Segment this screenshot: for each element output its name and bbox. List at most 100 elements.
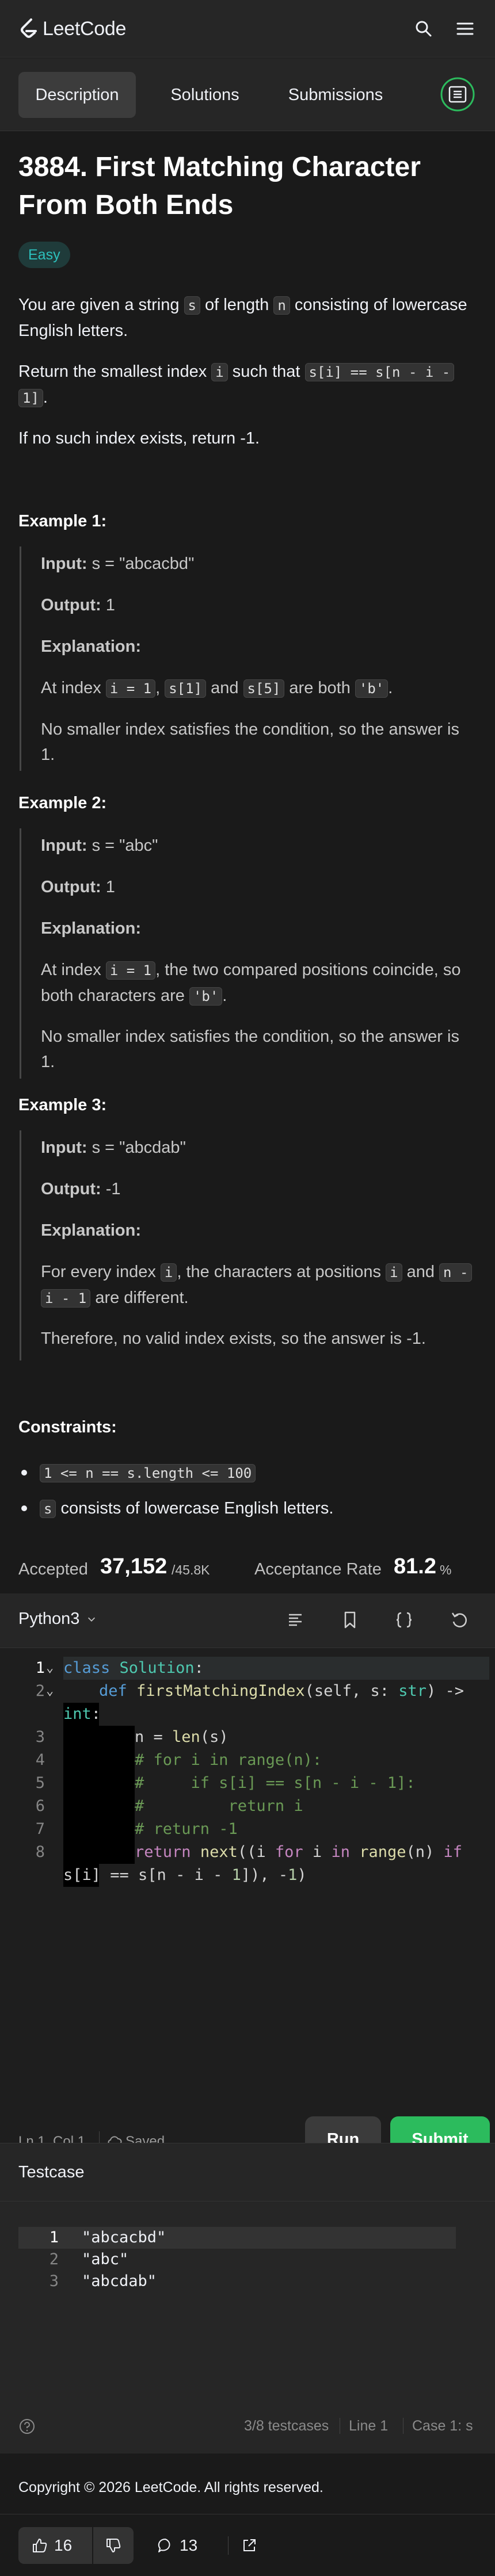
code-line: s[i] == s[n - i - 1]), -1)	[63, 1866, 307, 1884]
code-line: class Solution:	[63, 1659, 204, 1677]
explanation-label: Explanation:	[41, 1218, 476, 1243]
text: and	[406, 1263, 435, 1281]
constraint-item: s consists of lowercase English letters.	[18, 1496, 333, 1522]
constraint-item: 1 <= n == s.length <= 100	[18, 1460, 256, 1486]
testcase-panel: Testcase 1 "abcacbd" 2 "abc" 3 "abcdab" …	[0, 2143, 495, 2453]
chevron-down-icon[interactable]: ⌄	[46, 1657, 54, 1680]
explanation-label: Explanation:	[41, 916, 476, 941]
code-line: # return -1	[135, 1820, 238, 1838]
bookmark-icon[interactable]	[340, 1610, 360, 1630]
inline-code: s[i] == s[n - i -	[304, 363, 455, 381]
indent-guide	[99, 1726, 135, 1864]
inline-code: 1 <= n == s.length <= 100	[40, 1464, 256, 1482]
testcase-input[interactable]: 1 "abcacbd" 2 "abc" 3 "abcdab"	[18, 2227, 456, 2313]
input-value: s = "abcdab"	[92, 1138, 186, 1157]
text: At index	[41, 679, 101, 697]
chevron-down-icon[interactable]: ⌄	[46, 1680, 54, 1703]
text: .	[43, 388, 48, 407]
leetcode-logo[interactable]: LeetCode	[18, 17, 126, 40]
inline-code: s	[184, 296, 200, 315]
output-label: Output:	[41, 596, 101, 614]
thumbs-up-icon	[33, 2539, 47, 2552]
inline-code: i - 1	[41, 1289, 91, 1308]
share-icon	[243, 2539, 256, 2551]
text: consists of lowercase English letters.	[60, 1499, 334, 1518]
testcase-case-info: Case 1: s	[412, 2418, 473, 2434]
chevron-down-icon	[88, 1618, 96, 1622]
line-number: 4	[35, 1751, 45, 1769]
testcase-line: 3 "abcdab"	[18, 2271, 456, 2292]
help-icon[interactable]	[18, 2418, 36, 2435]
share-button[interactable]	[241, 2527, 264, 2564]
testcase-status-bar: 3/8 testcases Line 1 Case 1: s	[0, 2412, 495, 2441]
thumbs-down-icon	[106, 2539, 121, 2552]
leetcode-logo-icon	[21, 18, 37, 38]
output-label: Output:	[41, 878, 101, 896]
text: You are given a string	[18, 296, 180, 314]
acceptance-rate-unit: %	[440, 1562, 452, 1577]
example-input: Input: s = "abcacbd"	[41, 551, 476, 576]
inline-code: i = 1	[105, 679, 156, 698]
text: , the characters at positions	[177, 1263, 382, 1281]
accepted-total: /45.8K	[172, 1562, 210, 1577]
line-number: 8	[35, 1843, 45, 1861]
testcase-line: 2 "abc"	[18, 2249, 456, 2271]
format-icon[interactable]	[285, 1610, 306, 1630]
text: At index	[41, 961, 101, 979]
text: are both	[289, 679, 351, 697]
problem-title: 3884. First Matching Character From Both…	[18, 152, 421, 220]
testcase-count: 3/8 testcases	[244, 2418, 329, 2434]
braces-icon[interactable]	[394, 1610, 414, 1630]
line-number: 7	[35, 1820, 45, 1838]
example-2-title: Example 2:	[18, 794, 107, 812]
input-label: Input:	[41, 1138, 87, 1157]
testcase-line: 1 "abcacbd"	[18, 2227, 456, 2249]
tab-description[interactable]: Description	[18, 72, 136, 118]
line-number: 1	[49, 2229, 59, 2246]
search-icon[interactable]	[413, 18, 434, 39]
example-1-block: Input: s = "abcacbd" Output: 1 Explanati…	[20, 546, 474, 771]
code-line: def firstMatchingIndex(self, s: str) ->	[99, 1682, 464, 1700]
line-number: 3	[49, 2272, 59, 2290]
explanation-line-1: At index i = 1, s[1] and s[5] are both '…	[41, 675, 476, 701]
label: Explanation:	[41, 637, 142, 656]
tab-submissions[interactable]: Submissions	[275, 72, 396, 118]
text: of length	[205, 296, 269, 314]
inline-code: n	[273, 296, 290, 315]
editor-toolbar: Python3	[0, 1593, 495, 1648]
panel-toggle-icon[interactable]	[439, 75, 477, 113]
indent-guide	[63, 1703, 99, 1887]
stats-row: Accepted 37,152 /45.8K Acceptance Rate 8…	[18, 1553, 479, 1588]
text: such that	[232, 362, 300, 381]
line-number: 5	[35, 1774, 45, 1792]
example-input: Input: s = "abcdab"	[41, 1135, 476, 1160]
output-value: 1	[105, 878, 115, 896]
accepted-label: Accepted	[18, 1560, 88, 1579]
comment-count: 13	[180, 2536, 198, 2554]
explanation-line-2: No smaller index satisfies the condition…	[41, 720, 459, 764]
code-editor: Python3 1 2 3 4 5 6 7 8 ⌄ ⌄ class Soluti…	[0, 1593, 495, 2169]
language-select[interactable]: Python3	[18, 1610, 97, 1629]
bullet	[21, 1505, 27, 1511]
problem-paragraph-2: Return the smallest index i such that s[…	[18, 359, 473, 411]
input-label: Input:	[41, 555, 87, 573]
line-number: 1	[35, 1659, 45, 1677]
testcase-title[interactable]: Testcase	[18, 2163, 84, 2182]
text: and	[211, 679, 239, 697]
comments-button[interactable]: 13	[157, 2527, 214, 2564]
code-line: # return i	[135, 1797, 303, 1815]
reset-icon[interactable]	[449, 1610, 470, 1630]
example-output: Output: 1	[41, 593, 476, 618]
menu-icon[interactable]	[455, 18, 475, 39]
code-line: # if s[i] == s[n - i - 1]:	[135, 1774, 416, 1792]
divider	[0, 2201, 495, 2202]
testcase-value: "abc"	[82, 2250, 129, 2268]
like-button[interactable]: 16	[18, 2527, 92, 2564]
example-2-block: Input: s = "abc" Output: 1 Explanation: …	[20, 828, 474, 1079]
dislike-button[interactable]	[93, 2527, 134, 2564]
logo-text: LeetCode	[43, 17, 127, 40]
input-value: s = "abc"	[92, 836, 158, 855]
difficulty-badge: Easy	[18, 242, 70, 268]
tab-solutions[interactable]: Solutions	[148, 72, 261, 118]
inline-code: 'b'	[189, 987, 223, 1006]
